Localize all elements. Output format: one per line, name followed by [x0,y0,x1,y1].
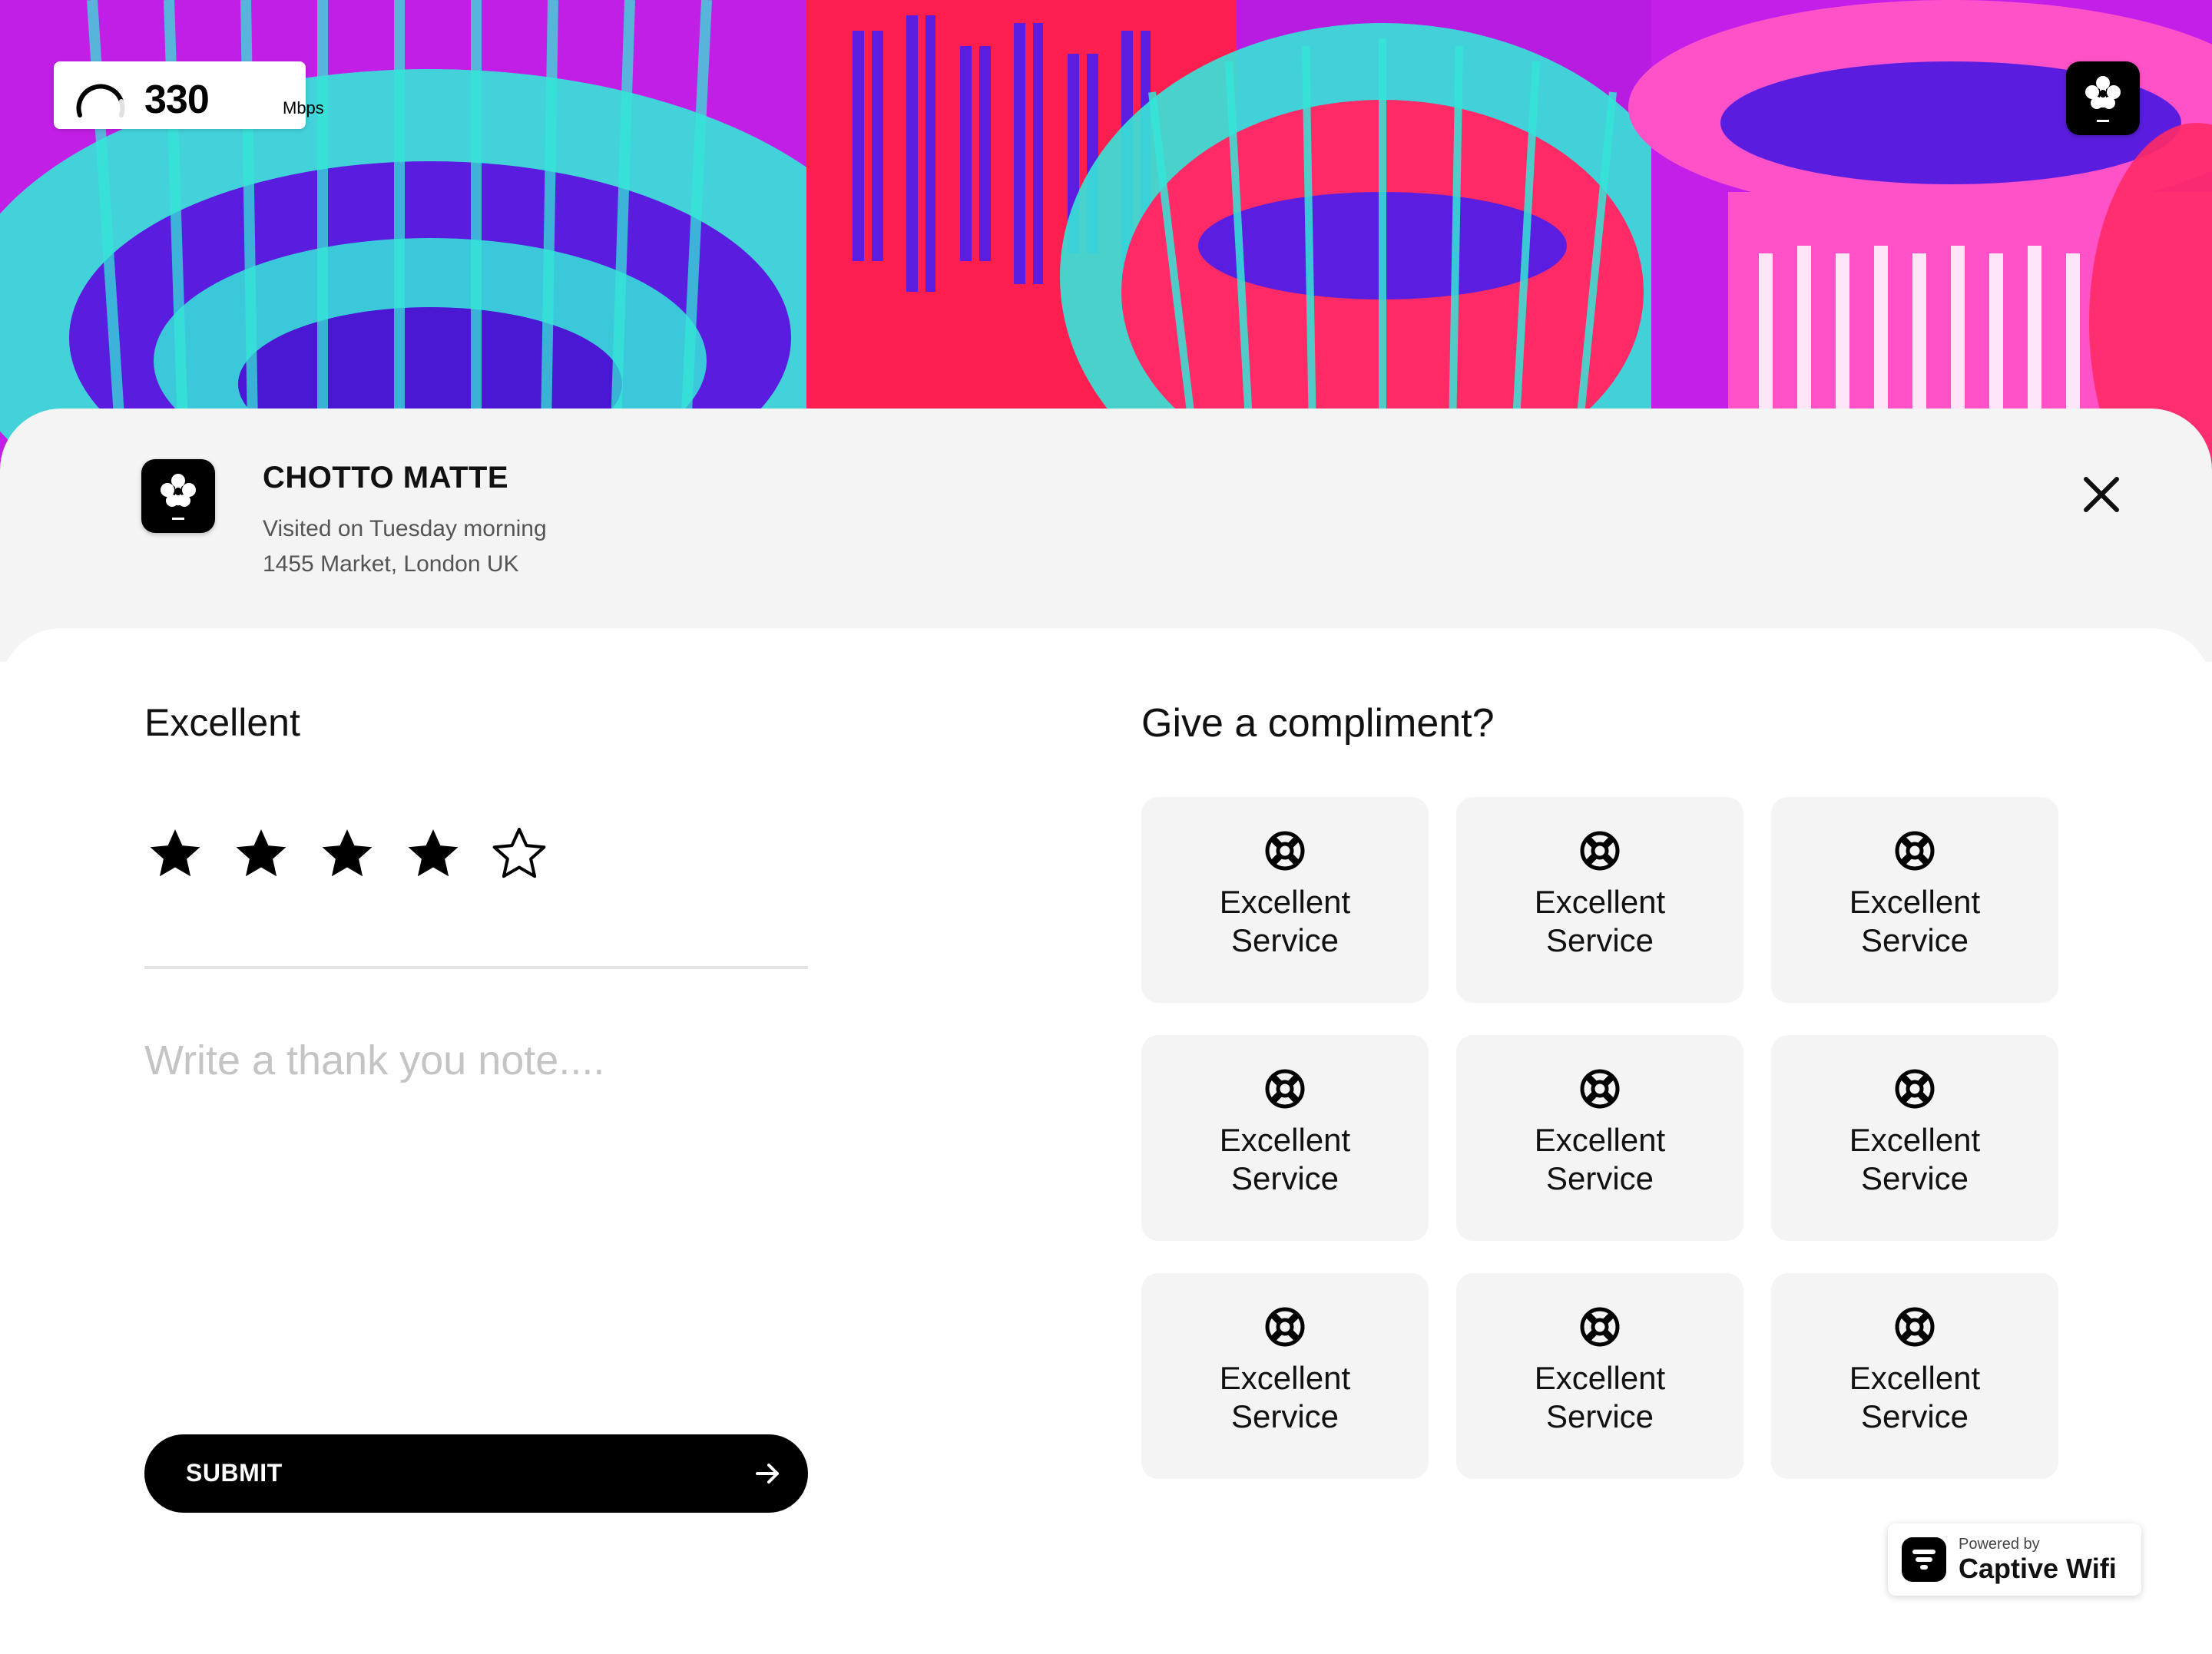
life-ring-icon [1265,831,1305,871]
life-ring-icon [1895,1307,1935,1347]
speed-gauge-icon [76,84,125,117]
life-ring-icon [1580,1307,1620,1347]
submit-button[interactable]: SUBMIT [144,1434,808,1513]
compliment-tile[interactable]: Excellent Service [1141,1035,1429,1241]
life-ring-icon [1895,831,1935,871]
speed-indicator: 330 Mbps [54,61,324,129]
compliment-tile[interactable]: Excellent Service [1456,1035,1743,1241]
compliment-tile[interactable]: Excellent Service [1771,1035,2058,1241]
compliment-label: Excellent Service [1534,1122,1666,1196]
life-ring-icon [1265,1307,1305,1347]
life-ring-icon [1265,1069,1305,1109]
compliment-tile[interactable]: Excellent Service [1771,797,2058,1003]
thank-you-note-input[interactable] [144,1037,808,1405]
compliment-label: Excellent Service [1849,1122,1981,1196]
hero-artwork [0,0,2212,476]
compliment-tile[interactable]: Excellent Service [1771,1273,2058,1479]
venue-name: CHOTTO MATTE [263,461,509,495]
compliment-tile[interactable]: Excellent Service [1141,1273,1429,1479]
captive-wifi-logo-icon [1902,1537,1946,1582]
star-filled-icon[interactable] [316,825,378,886]
compliment-label: Excellent Service [1534,884,1666,958]
life-ring-icon [1895,1069,1935,1109]
compliment-tile[interactable]: Excellent Service [1141,797,1429,1003]
star-rating [144,825,550,886]
close-button[interactable] [2077,470,2126,519]
compliment-tile[interactable]: Excellent Service [1456,797,1743,1003]
divider [144,966,808,969]
life-ring-icon [1580,831,1620,871]
star-filled-icon[interactable] [230,825,292,886]
powered-by-badge[interactable]: Powered by Captive Wifi [1888,1523,2141,1596]
compliment-label: Excellent Service [1849,1360,1981,1434]
powered-by-brand: Captive Wifi [1959,1553,2117,1584]
venue-address: 1455 Market, London UK [263,551,519,577]
powered-by-label: Powered by [1959,1536,2040,1553]
close-icon [2084,477,2119,512]
speed-unit: Mbps [283,98,324,117]
star-filled-icon[interactable] [402,825,464,886]
chotto-matte-logo-icon [2066,61,2140,135]
compliment-label: Excellent Service [1219,1122,1351,1196]
compliment-label: Excellent Service [1534,1360,1666,1434]
compliment-label: Excellent Service [1219,1360,1351,1434]
venue-visit-time: Visited on Tuesday morning [263,516,547,541]
star-outline-icon[interactable] [488,825,550,886]
venue-logo-icon [141,459,215,533]
life-ring-icon [1580,1069,1620,1109]
rating-label: Excellent [144,701,300,744]
compliment-grid: Excellent Service Excellent Service Excell… [1141,797,2058,1479]
arrow-right-icon [756,1464,779,1484]
compliment-title: Give a compliment? [1141,701,1495,746]
speed-value: 330 [144,78,210,122]
compliment-tile[interactable]: Excellent Service [1456,1273,1743,1479]
submit-label: SUBMIT [186,1459,283,1487]
compliment-label: Excellent Service [1219,884,1351,958]
star-filled-icon[interactable] [144,825,206,886]
compliment-label: Excellent Service [1849,884,1981,958]
